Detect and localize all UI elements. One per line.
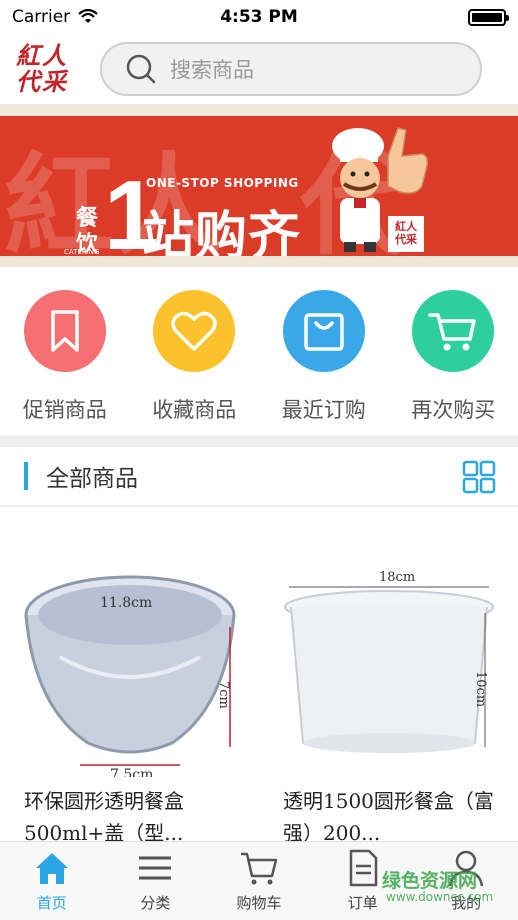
banner-container: 紅人 代采 餐 饮 CATERING 1 ONE-STOP SHOPPING 站…: [0, 104, 518, 267]
stamp-line-2: 代采: [395, 233, 417, 246]
header: 紅人 代采 搜索商品: [0, 34, 518, 104]
status-bar: Carrier 4:53 PM: [0, 0, 518, 34]
quick-nav-label: 最近订购: [281, 398, 366, 422]
tab-home[interactable]: 首页: [0, 842, 104, 920]
quick-nav-favorites[interactable]: 收藏商品: [130, 267, 260, 435]
search-placeholder: 搜索商品: [170, 58, 254, 82]
stamp-line-1: 紅人: [395, 220, 417, 233]
tab-label: 首页: [36, 894, 67, 912]
product-image: 11.8cm 7cm 7.5cm: [24, 575, 236, 777]
tab-cart[interactable]: 购物车: [207, 842, 311, 920]
quick-nav-recent-orders[interactable]: 最近订购: [259, 267, 389, 435]
quick-nav: 促销商品 收藏商品 最近订购 再次购买: [0, 267, 518, 435]
dim-side-label: 10cm: [473, 671, 488, 707]
menu-icon: [139, 856, 172, 880]
quick-nav-buy-again[interactable]: 再次购买: [389, 267, 518, 435]
quick-nav-promotions[interactable]: 促销商品: [0, 267, 130, 435]
promo-banner[interactable]: 紅人 代采 餐 饮 CATERING 1 ONE-STOP SHOPPING 站…: [0, 116, 518, 256]
banner-headline: 站购齐: [142, 207, 302, 256]
dim-side-label: 7cm: [216, 681, 231, 709]
status-left: Carrier: [12, 7, 98, 27]
battery-icon: [468, 8, 509, 26]
quick-nav-label: 促销商品: [22, 398, 107, 422]
bookmark-icon: [51, 310, 79, 352]
app-logo: 紅人 代采: [16, 41, 80, 97]
watermark-url: www.downcc.com: [386, 890, 494, 904]
watermark-text: 绿色资源网: [382, 870, 478, 892]
section-accent-bar: [24, 462, 28, 490]
tab-label: 订单: [347, 894, 378, 912]
tab-label: 分类: [140, 894, 171, 912]
logo-line-1: 紅人: [16, 41, 68, 70]
dim-top-label: 18cm: [379, 570, 415, 585]
favorites-circle: [153, 290, 236, 372]
product-grid: 11.8cm 7cm 7.5cm 环保圆形透明餐盒500ml+盖（型... 18…: [0, 507, 518, 841]
recent-orders-circle: [282, 290, 365, 372]
bag-icon: [304, 313, 344, 351]
carrier-label: Carrier: [12, 7, 71, 27]
wifi-icon: [78, 9, 98, 23]
product-name: 透明1500圆形餐盒（富强）200...: [283, 789, 494, 841]
tab-category[interactable]: 分类: [104, 842, 208, 920]
banner-catering-en: CATERING: [64, 248, 100, 256]
section-header: 全部商品: [0, 447, 518, 507]
search-icon: [126, 54, 156, 84]
dim-bottom-label: 7.5cm: [110, 767, 153, 777]
banner-tagline: ONE-STOP SHOPPING: [146, 176, 299, 190]
dim-top-label: 11.8cm: [100, 595, 152, 611]
section-title: 全部商品: [46, 466, 138, 492]
document-icon: [349, 849, 377, 887]
cart-icon: [240, 852, 278, 885]
product-name: 环保圆形透明餐盒500ml+盖（型...: [24, 789, 184, 841]
product-image: 18cm 10cm: [284, 570, 494, 753]
search-input[interactable]: 搜索商品: [100, 42, 482, 96]
quick-nav-label: 收藏商品: [152, 398, 237, 422]
home-icon: [35, 853, 68, 884]
divider: [0, 435, 518, 447]
product-card[interactable]: 11.8cm 7cm 7.5cm 环保圆形透明餐盒500ml+盖（型...: [0, 507, 259, 841]
banner-stamp: 紅人 代采: [388, 216, 424, 252]
buy-again-circle: [412, 290, 495, 372]
heart-icon: [171, 311, 217, 351]
logo-line-2: 代采: [16, 67, 68, 96]
promotions-circle: [23, 290, 106, 372]
grid-view-icon[interactable]: [462, 460, 496, 494]
cart-icon: [428, 313, 476, 351]
tab-label: 购物车: [236, 894, 282, 912]
quick-nav-label: 再次购买: [411, 398, 496, 422]
product-card[interactable]: 18cm 10cm 透明1500圆形餐盒（富强）200...: [259, 507, 518, 841]
